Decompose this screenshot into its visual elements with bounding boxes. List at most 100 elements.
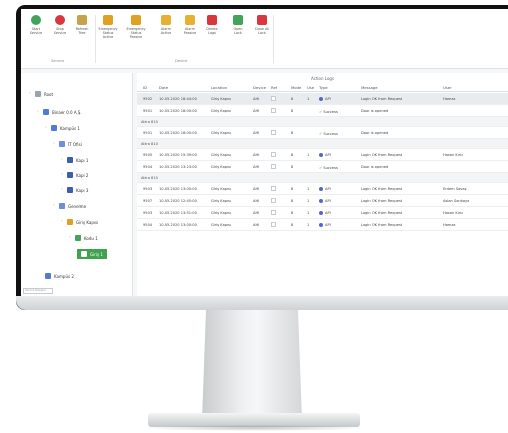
group-row[interactable]: Attra 810: [137, 173, 508, 183]
tree-node[interactable]: ˅ Kampüs 1: [45, 123, 80, 133]
ribbon-group-label: Device: [175, 59, 188, 63]
cell-user: Hamza: [443, 97, 456, 101]
column-header[interactable]: Device: [253, 85, 266, 90]
tree-node[interactable]: ˅ Binaer 0.0 A.Ş.: [37, 107, 82, 117]
open-lock-button[interactable]: Open Lock: [227, 15, 249, 35]
ribbon-button-label: Emergency Status Active: [98, 27, 118, 39]
ref-checkbox[interactable]: [271, 130, 276, 135]
alarm-passive-button[interactable]: Alarm Passive: [179, 15, 201, 35]
delete-logs-button[interactable]: Delete Logs: [201, 15, 223, 35]
group-row[interactable]: Attra 810: [137, 139, 508, 149]
tree-node-label: Root: [44, 91, 54, 97]
tree-node[interactable]: ˅ Kapı 2: [61, 170, 88, 180]
column-header[interactable]: Location: [211, 85, 227, 90]
refresh-icon: [77, 15, 87, 25]
column-header[interactable]: Type: [319, 85, 328, 90]
column-header[interactable]: User: [443, 85, 452, 90]
check-icon: ✓: [319, 165, 323, 170]
device-tree: ˅ Root ˅ Binaer 0.0 A.Ş. ˅ Kampüs 1 ˅ İT Ofisi ˅…: [21, 73, 133, 296]
cell-date: 10.05.2020 18:44:00: [159, 97, 197, 101]
cell-mode: 8: [291, 97, 294, 101]
cell-id: 9501: [143, 131, 153, 135]
tree-node-label: Binaer 0.0 A.Ş.: [52, 109, 82, 115]
cell-id: 9501: [143, 109, 153, 113]
cell-mode: 8: [291, 131, 294, 135]
table-row[interactable]: 9501 10.05.2020 18:00:00 Giriş Kapısı AHİ 8 ✓…: [137, 127, 508, 139]
column-header[interactable]: Ref: [271, 85, 277, 90]
ref-checkbox[interactable]: [271, 164, 276, 169]
tree-node[interactable]: ˅ Giriş Kapısı: [61, 217, 98, 227]
ref-checkbox[interactable]: [271, 198, 276, 203]
cell-date: 10.05.2020 13:23:00: [159, 165, 197, 169]
ref-checkbox[interactable]: [271, 210, 276, 215]
group-row-label: Attra 810: [141, 120, 158, 124]
alarm-active-icon: [161, 15, 171, 25]
cell-device: AHİ: [253, 97, 260, 101]
cell-type: API: [319, 153, 331, 157]
alarm-active-button[interactable]: Alarm Active: [155, 15, 177, 35]
ribbon-group-label: Service: [51, 59, 65, 63]
column-header[interactable]: ID: [143, 85, 147, 90]
cell-date: 10.05.2020 13:00:00: [159, 187, 197, 191]
table-row[interactable]: 9502 10.05.2020 18:44:00 Giriş Kapısı AHİ 8 1…: [137, 93, 508, 105]
tree-node-label: Kampüs 2: [54, 273, 74, 279]
cell-user: Hamza: [443, 223, 456, 227]
api-badge-icon: [319, 211, 323, 215]
tree-node[interactable]: Giriş 1: [77, 249, 107, 259]
table-row[interactable]: 9501 10.05.2020 18:00:00 Giriş Kapısı AHİ 8 ✓…: [137, 105, 508, 117]
ref-checkbox[interactable]: [271, 108, 276, 113]
cell-device: AHİ: [253, 211, 260, 215]
close-all-lock-button[interactable]: Close All Lock: [251, 15, 273, 35]
ref-checkbox[interactable]: [271, 186, 276, 191]
play-circle-button[interactable]: Start Service: [25, 15, 47, 35]
tree-node-label: İT Ofisi: [68, 141, 82, 147]
group-row[interactable]: Attra 810: [137, 117, 508, 127]
tree-node-icon: [59, 203, 65, 209]
ref-checkbox[interactable]: [271, 152, 276, 157]
table-row[interactable]: 9503 10.05.2020 13:51:00 Giriş Kapısı AHİ 8 1…: [137, 207, 508, 219]
tree-node-label: Kodu 1: [84, 235, 98, 241]
type-label: Success: [323, 166, 338, 170]
tree-node[interactable]: ˅ Root: [29, 89, 53, 99]
refresh-button[interactable]: Refresh Tree: [71, 15, 93, 35]
tree-node-label: Giriş Kapısı: [76, 219, 99, 225]
tree-node[interactable]: ˅ Kapı 1: [61, 155, 88, 165]
table-row[interactable]: 9505 10.05.2020 15:39:00 Giriş Kapısı AHİ 8 1…: [137, 149, 508, 161]
tree-node-icon: [81, 251, 87, 257]
column-header[interactable]: Date: [159, 85, 168, 90]
ribbon-button-label: Open Lock: [233, 27, 243, 35]
tree-node-label: Kapı 2: [76, 172, 89, 178]
api-badge-icon: [319, 187, 323, 191]
cell-device: AHİ: [253, 223, 260, 227]
tree-node[interactable]: ˅ Genelme: [53, 201, 86, 211]
cell-device: AHİ: [253, 199, 260, 203]
cell-location: Giriş Kapısı: [211, 97, 231, 101]
cell-type: ✓Success: [319, 131, 338, 136]
cell-type: API: [319, 211, 331, 215]
ribbon-separator: [95, 15, 96, 63]
tree-node-label: Genelme: [68, 203, 87, 209]
tree-node[interactable]: ˅ Kapı 3: [61, 185, 88, 195]
table-row[interactable]: 9504 10.05.2020 13:00:00 Giriş Kapısı AHİ 8 1…: [137, 219, 508, 231]
emergency-active-button[interactable]: Emergency Status Active: [97, 15, 119, 39]
column-header[interactable]: Message: [361, 85, 378, 90]
table-row[interactable]: 9504 10.05.2020 13:23:00 Giriş Kapısı AHİ 8 ✓…: [137, 161, 508, 173]
type-label: API: [325, 153, 331, 157]
tree-node[interactable]: ˅ İT Ofisi: [53, 139, 82, 149]
tree-node[interactable]: Kampüs 2: [45, 271, 74, 281]
ref-checkbox[interactable]: [271, 222, 276, 227]
tree-node-label: Kapı 3: [76, 187, 89, 193]
cell-use: 1: [307, 211, 310, 215]
table-row[interactable]: 9503 10.05.2020 13:00:00 Giriş Kapısı AHİ 8 1…: [137, 183, 508, 195]
cell-mode: 8: [291, 187, 294, 191]
emergency-passive-button[interactable]: Emergency Status Passive: [125, 15, 147, 39]
stop-circle-button[interactable]: Stop Service: [49, 15, 71, 35]
tree-node[interactable]: ˅ Kodu 1: [69, 233, 98, 243]
column-header[interactable]: Use: [307, 85, 314, 90]
cell-location: Giriş Kapısı: [211, 109, 231, 113]
type-label: API: [325, 187, 331, 191]
ref-checkbox[interactable]: [271, 96, 276, 101]
column-header[interactable]: Mode: [291, 85, 301, 90]
table-row[interactable]: 9507 10.05.2020 12:45:00 Giriş Kapısı AHİ 8 1…: [137, 195, 508, 207]
cell-location: Giriş Kapısı: [211, 153, 231, 157]
